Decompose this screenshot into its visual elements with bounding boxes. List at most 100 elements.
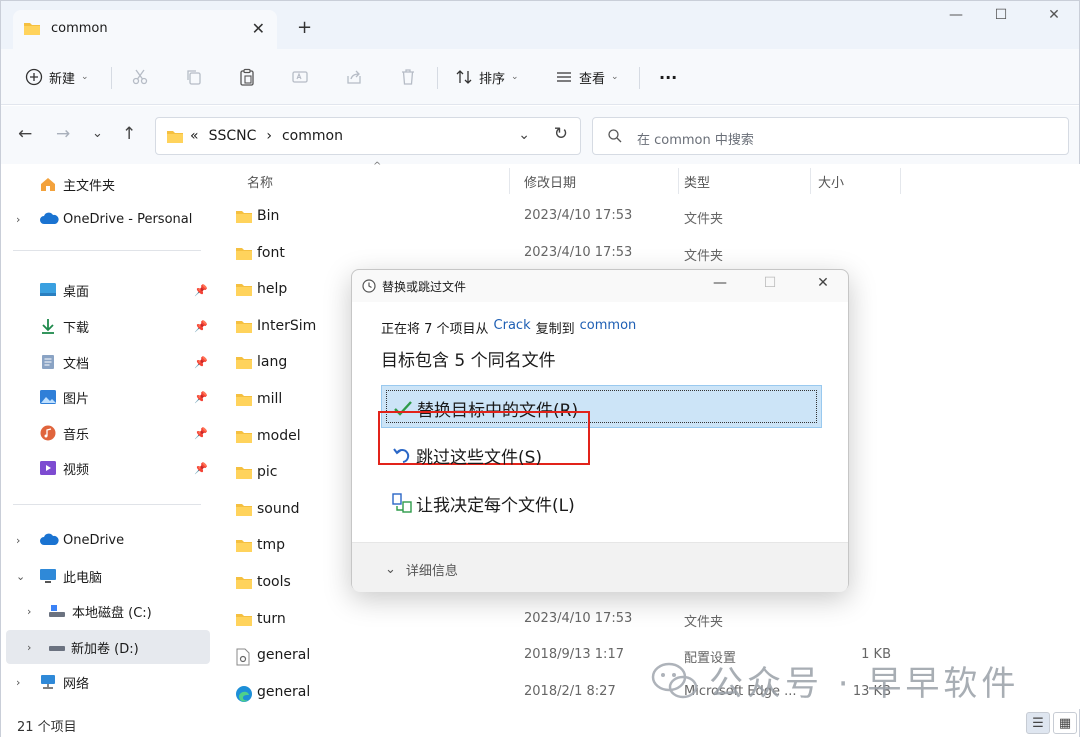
recent-locations-chevron-icon[interactable]: ⌄ xyxy=(92,126,103,141)
view-button[interactable]: 查看 ⌄ xyxy=(555,66,619,88)
sort-icon xyxy=(455,68,473,86)
sidebar-item-drive-c[interactable]: › 本地磁盘 (C:) xyxy=(1,594,210,628)
sidebar-item-drive-d[interactable]: › 新加卷 (D:) xyxy=(6,630,210,664)
status-bar: 21 个项目 ☰ ▦ xyxy=(1,709,1079,737)
folder-icon xyxy=(235,465,253,484)
share-button[interactable] xyxy=(345,66,363,88)
new-tab-button[interactable]: + xyxy=(297,17,312,38)
sidebar-item-downloads[interactable]: 下载 📌 xyxy=(1,309,210,343)
breadcrumb-separator[interactable]: › xyxy=(266,128,272,144)
search-box[interactable]: 在 common 中搜索 xyxy=(592,117,1069,155)
file-row[interactable]: Bin 2023/4/10 17:53 文件夹 xyxy=(216,199,1080,235)
breadcrumb-sscnc[interactable]: SSCNC xyxy=(209,128,257,144)
column-divider[interactable] xyxy=(678,168,679,194)
sidebar-item-label: 视频 xyxy=(63,462,90,478)
copy-button[interactable] xyxy=(185,66,203,88)
back-arrow-icon[interactable]: ← xyxy=(18,124,32,144)
chevron-down-icon[interactable]: ⌄ xyxy=(16,570,25,583)
column-header-name[interactable]: 名称 xyxy=(247,172,273,191)
destination-link[interactable]: common xyxy=(580,318,637,337)
rename-button[interactable] xyxy=(291,66,309,88)
sort-button[interactable]: 排序 ⌄ xyxy=(455,66,519,88)
sidebar-item-desktop[interactable]: 桌面 📌 xyxy=(1,273,210,307)
pin-icon[interactable]: 📌 xyxy=(194,284,208,297)
watermark: 公众号 · 早早软件 xyxy=(651,656,1019,705)
file-name: font xyxy=(257,244,285,261)
sidebar-item-music[interactable]: 音乐 📌 xyxy=(1,416,210,450)
sidebar-item-onedrive-personal[interactable]: › OneDrive - Personal xyxy=(1,202,210,236)
dialog-maximize-button[interactable]: ☐ xyxy=(754,275,786,291)
sidebar-item-pictures[interactable]: 图片 📌 xyxy=(1,380,210,414)
dialog-footer: ⌄ 详细信息 xyxy=(352,542,848,592)
delete-button[interactable] xyxy=(399,66,417,88)
download-icon xyxy=(39,318,57,334)
column-header-date[interactable]: 修改日期 xyxy=(524,172,576,191)
address-dropdown-icon[interactable]: ⌄ xyxy=(518,127,530,143)
sidebar-item-this-pc[interactable]: ⌄ 此电脑 xyxy=(1,559,210,593)
file-date: 2018/2/1 8:27 xyxy=(524,683,616,699)
breadcrumb-overflow[interactable]: « xyxy=(190,128,199,144)
rename-icon xyxy=(291,68,309,86)
sidebar-item-documents[interactable]: 文档 📌 xyxy=(1,345,210,379)
column-divider[interactable] xyxy=(810,168,811,194)
sidebar-item-videos[interactable]: 视频 📌 xyxy=(1,451,210,485)
chevron-right-icon[interactable]: › xyxy=(27,605,31,618)
dialog-close-button[interactable]: ✕ xyxy=(807,275,839,291)
pin-icon[interactable]: 📌 xyxy=(194,391,208,404)
tab-common[interactable]: common ✕ xyxy=(13,10,277,49)
new-button[interactable]: 新建 ⌄ xyxy=(25,66,89,88)
more-options-button[interactable]: ··· xyxy=(659,66,677,88)
refresh-icon[interactable]: ↻ xyxy=(554,124,568,144)
minimize-button[interactable]: — xyxy=(936,7,976,23)
chevron-right-icon[interactable]: › xyxy=(16,534,20,547)
address-bar[interactable]: « SSCNC › common ⌄ ↻ xyxy=(155,117,581,155)
file-row[interactable]: font 2023/4/10 17:53 文件夹 xyxy=(216,236,1080,272)
column-divider[interactable] xyxy=(900,168,901,194)
more-details-toggle[interactable]: ⌄ 详细信息 xyxy=(385,560,458,579)
file-date: 2023/4/10 17:53 xyxy=(524,610,633,626)
chevron-right-icon[interactable]: › xyxy=(27,641,31,654)
column-header-size[interactable]: 大小 xyxy=(818,172,844,191)
file-date: 2023/4/10 17:53 xyxy=(524,244,633,260)
dialog-minimize-button[interactable]: — xyxy=(704,275,736,291)
column-divider[interactable] xyxy=(509,168,510,194)
tab-close-button[interactable]: ✕ xyxy=(252,19,265,38)
paste-button[interactable] xyxy=(238,66,256,88)
cut-button[interactable] xyxy=(131,66,149,88)
decide-each-file-option[interactable]: 让我决定每个文件(L) xyxy=(381,481,822,524)
forward-arrow-icon[interactable]: → xyxy=(56,124,70,144)
folder-icon xyxy=(166,129,184,148)
chevron-right-icon[interactable]: › xyxy=(16,676,20,689)
folder-icon xyxy=(235,502,253,521)
pin-icon[interactable]: 📌 xyxy=(194,320,208,333)
sidebar-item-network[interactable]: › 网络 xyxy=(1,665,210,699)
close-window-button[interactable]: ✕ xyxy=(1034,7,1074,23)
file-name: turn xyxy=(257,610,286,627)
breadcrumb-common[interactable]: common xyxy=(282,128,343,144)
watermark-text: 公众号 · 早早软件 xyxy=(709,664,1020,704)
search-placeholder: 在 common 中搜索 xyxy=(637,133,754,148)
pin-icon[interactable]: 📌 xyxy=(194,462,208,475)
pin-icon[interactable]: 📌 xyxy=(194,427,208,440)
decide-each-file-label: 让我决定每个文件(L) xyxy=(416,496,575,516)
file-row[interactable]: turn 2023/4/10 17:53 文件夹 xyxy=(216,602,1080,638)
pin-icon[interactable]: 📌 xyxy=(194,356,208,369)
chevron-right-icon[interactable]: › xyxy=(16,213,20,226)
share-icon xyxy=(345,68,363,86)
up-arrow-icon[interactable]: ↑ xyxy=(122,124,136,144)
skip-files-option[interactable]: 跳过这些文件(S) xyxy=(381,433,822,476)
clock-icon xyxy=(362,279,376,297)
source-link[interactable]: Crack xyxy=(494,318,531,337)
file-name: lang xyxy=(257,354,288,371)
maximize-button[interactable]: ☐ xyxy=(981,7,1021,23)
conflict-message: 目标包含 5 个同名文件 xyxy=(381,351,556,371)
sidebar-item-home[interactable]: 主文件夹 xyxy=(1,167,210,201)
sidebar-item-onedrive[interactable]: › OneDrive xyxy=(1,523,210,557)
new-label: 新建 xyxy=(49,71,76,87)
item-count: 21 个项目 xyxy=(17,720,77,735)
column-header-type[interactable]: 类型 xyxy=(684,172,710,191)
copy-progress-text: 正在将 7 个项目从 Crack 复制到 common xyxy=(381,318,636,337)
folder-icon xyxy=(235,575,253,594)
details-view-icon[interactable]: ☰ xyxy=(1026,712,1050,734)
tiles-view-icon[interactable]: ▦ xyxy=(1053,712,1077,734)
